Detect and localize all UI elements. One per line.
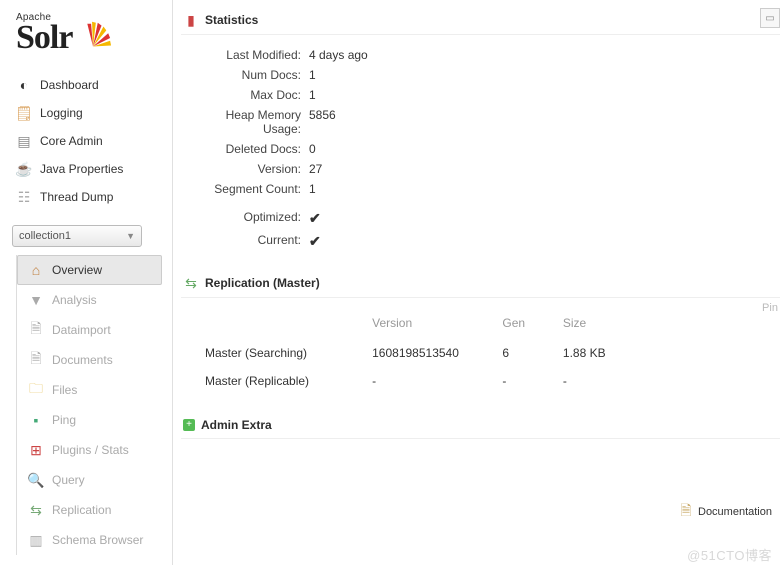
replication-title: Replication (Master)	[205, 276, 320, 290]
sunburst-icon	[74, 18, 112, 56]
submenu-plugins[interactable]: ⊞Plugins / Stats	[17, 435, 162, 465]
logo-prefix: Apache	[16, 12, 162, 23]
search-icon: 🔍	[28, 472, 44, 488]
instance-panel-stub: ▭	[760, 8, 780, 28]
nav-thread-dump[interactable]: ☷Thread Dump	[12, 183, 162, 211]
pin-panel-stub: Pin	[760, 298, 780, 318]
replication-section: ⇆ Replication (Master) Version Gen Size …	[181, 271, 780, 396]
submenu-dataimport[interactable]: 🗎Dataimport	[17, 315, 162, 345]
core-submenu: ⌂Overview ▼Analysis 🗎Dataimport 🗎Documen…	[16, 255, 162, 555]
replication-head-icon: ⇆	[183, 275, 199, 291]
home-icon: ⌂	[28, 262, 44, 278]
stat-max-doc: 1	[309, 88, 316, 102]
stat-current-check: ✔	[309, 233, 321, 250]
footer-documentation[interactable]: 🗎 Documentation	[678, 504, 772, 520]
submenu-schema[interactable]: ▥Schema Browser	[17, 525, 162, 555]
stat-optimized-check: ✔	[309, 210, 321, 227]
submenu-query[interactable]: 🔍Query	[17, 465, 162, 495]
watermark: @51CTO博客	[687, 545, 772, 564]
admin-extra-section: + Admin Extra	[181, 414, 780, 439]
admin-extra-title: Admin Extra	[201, 418, 272, 432]
threads-icon: ☷	[16, 189, 32, 205]
replication-icon: ⇆	[28, 502, 44, 518]
statistics-title: Statistics	[205, 13, 258, 27]
core-selector[interactable]: collection1 ▼	[12, 225, 142, 247]
submenu-overview[interactable]: ⌂Overview	[17, 255, 162, 285]
table-row: Master (Replicable) - - -	[201, 368, 627, 394]
stat-version: 27	[309, 162, 322, 176]
drive-icon: ▭	[765, 13, 774, 24]
book-icon: ▥	[28, 532, 44, 548]
clipboard-icon: 🗒	[16, 105, 32, 121]
documents-icon: 🗎	[28, 352, 44, 368]
doc-icon: 🗎	[678, 504, 694, 520]
nav-core-admin[interactable]: ▤Core Admin	[12, 127, 162, 155]
funnel-icon: ▼	[28, 292, 44, 308]
replication-table: Version Gen Size Master (Searching) 1608…	[199, 308, 629, 396]
import-icon: 🗎	[28, 322, 44, 338]
submenu-replication[interactable]: ⇆Replication	[17, 495, 162, 525]
submenu-documents[interactable]: 🗎Documents	[17, 345, 162, 375]
chevron-down-icon: ▼	[126, 231, 135, 241]
submenu-ping[interactable]: ▪Ping	[17, 405, 162, 435]
stat-heap: 5856	[309, 108, 336, 136]
core-selector-value: collection1	[19, 230, 71, 242]
folder-icon: 🗀	[28, 382, 44, 398]
nav-dashboard[interactable]: ◐Dashboard	[12, 71, 162, 99]
main-menu: ◐Dashboard 🗒Logging ▤Core Admin ☕Java Pr…	[12, 71, 162, 211]
stat-last-modified: 4 days ago	[309, 48, 368, 62]
stat-num-docs: 1	[309, 68, 316, 82]
submenu-files[interactable]: 🗀Files	[17, 375, 162, 405]
java-icon: ☕	[16, 161, 32, 177]
table-row: Master (Searching) 1608198513540 6 1.88 …	[201, 340, 627, 366]
gauge-icon: ◐	[16, 77, 32, 93]
logo: Apache Solr	[16, 10, 162, 57]
stat-segment: 1	[309, 182, 316, 196]
submenu-analysis[interactable]: ▼Analysis	[17, 285, 162, 315]
ping-icon: ▪	[28, 412, 44, 428]
chart-icon: ▮	[183, 12, 199, 28]
plus-icon: +	[183, 419, 195, 431]
stat-deleted: 0	[309, 142, 316, 156]
nav-java-properties[interactable]: ☕Java Properties	[12, 155, 162, 183]
plugin-icon: ⊞	[28, 442, 44, 458]
statistics-section: ▮ Statistics Last Modified:4 days ago Nu…	[181, 8, 780, 253]
logo-name: Solr	[16, 19, 72, 57]
nav-logging[interactable]: 🗒Logging	[12, 99, 162, 127]
server-icon: ▤	[16, 133, 32, 149]
